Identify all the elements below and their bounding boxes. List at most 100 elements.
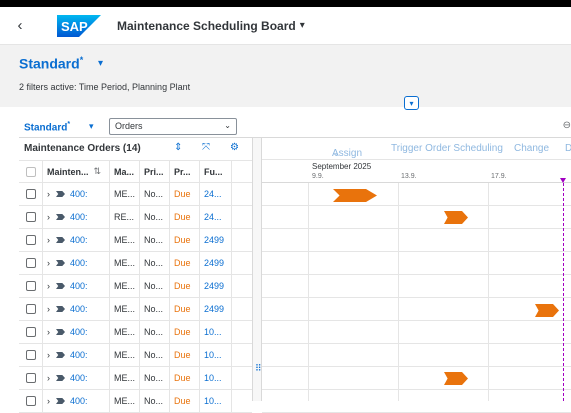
more-button[interactable]: D	[565, 143, 571, 154]
order-link[interactable]: 400:	[70, 350, 88, 360]
expand-icon[interactable]: ›	[47, 189, 50, 199]
column-header-fu[interactable]: Fu...	[200, 161, 232, 182]
order-cell[interactable]: › 400:	[43, 344, 110, 366]
order-link[interactable]: 400:	[70, 212, 88, 222]
column-header-pr[interactable]: Pr...	[170, 161, 200, 182]
grip-icon[interactable]: ⠿	[255, 363, 262, 374]
row-checkbox[interactable]	[19, 321, 43, 343]
table-row[interactable]: › 400: ME... No... Due 10...	[19, 344, 252, 367]
splitter[interactable]: ⠿	[252, 138, 262, 401]
priority-cell: No...	[140, 367, 170, 389]
order-link[interactable]: 400:	[70, 189, 88, 199]
order-link[interactable]: 400:	[70, 281, 88, 291]
chevron-down-icon: ⌄	[224, 121, 231, 130]
fu-cell[interactable]: 24...	[200, 183, 232, 205]
app-title[interactable]: Maintenance Scheduling Board	[117, 19, 296, 33]
change-button[interactable]: Change	[514, 143, 549, 154]
fu-cell[interactable]: 10...	[200, 321, 232, 343]
fu-cell[interactable]: 10...	[200, 390, 232, 412]
expand-icon[interactable]: ›	[47, 396, 50, 406]
order-bar[interactable]	[535, 304, 559, 317]
settings-icon[interactable]: ⚙	[230, 142, 239, 153]
order-bar[interactable]	[333, 189, 377, 202]
grid-line	[398, 183, 399, 401]
chevron-down-icon[interactable]: ▾	[300, 20, 305, 31]
table-row[interactable]: › 400: ME... No... Due 2499	[19, 275, 252, 298]
order-type-icon	[56, 237, 65, 243]
trigger-order-scheduling-button[interactable]: Trigger Order Scheduling	[391, 143, 503, 154]
row-checkbox[interactable]	[19, 367, 43, 389]
expand-icon[interactable]: ›	[47, 258, 50, 268]
svg-text:SAP: SAP	[61, 19, 88, 34]
table-variant[interactable]: Standard*	[24, 121, 70, 133]
fu-cell[interactable]: 2499	[200, 229, 232, 251]
fu-cell[interactable]: 24...	[200, 206, 232, 228]
order-cell[interactable]: › 400:	[43, 321, 110, 343]
collapse-all-icon[interactable]: ⤧	[202, 142, 210, 153]
order-cell[interactable]: › 400:	[43, 252, 110, 274]
order-link[interactable]: 400:	[70, 304, 88, 314]
expand-icon[interactable]: ›	[47, 350, 50, 360]
object-type-select[interactable]: Orders ⌄	[109, 118, 237, 135]
table-row[interactable]: › 400: ME... No... Due 24...	[19, 183, 252, 206]
fu-cell[interactable]: 2499	[200, 252, 232, 274]
row-checkbox[interactable]	[19, 229, 43, 251]
row-checkbox[interactable]	[19, 275, 43, 297]
row-checkbox[interactable]	[19, 252, 43, 274]
ma-cell: ME...	[110, 183, 140, 205]
expand-icon[interactable]: ›	[47, 373, 50, 383]
row-checkbox[interactable]	[19, 298, 43, 320]
grid-row-line	[262, 343, 571, 344]
row-checkbox[interactable]	[19, 390, 43, 412]
sap-logo[interactable]: SAP	[57, 14, 101, 37]
expand-icon[interactable]: ›	[47, 327, 50, 337]
row-checkbox[interactable]	[19, 183, 43, 205]
column-header-priority[interactable]: Pri...	[140, 161, 170, 182]
status-cell: Due	[170, 229, 200, 251]
settings-icon[interactable]: ⊖	[563, 120, 571, 131]
table-row[interactable]: › 400: RE... No... Due 24...	[19, 206, 252, 229]
back-button[interactable]: ‹	[0, 17, 40, 34]
order-cell[interactable]: › 400:	[43, 206, 110, 228]
status-cell: Due	[170, 298, 200, 320]
order-cell[interactable]: › 400:	[43, 275, 110, 297]
variant-chevron-down-icon[interactable]: ▾	[89, 121, 94, 132]
select-all-checkbox[interactable]	[19, 161, 43, 182]
expand-icon[interactable]: ›	[47, 212, 50, 222]
expand-icon[interactable]: ›	[47, 235, 50, 245]
row-checkbox[interactable]	[19, 206, 43, 228]
order-link[interactable]: 400:	[70, 258, 88, 268]
expand-icon[interactable]: ›	[47, 281, 50, 291]
order-link[interactable]: 400:	[70, 235, 88, 245]
sort-icon[interactable]: ⇕	[174, 142, 182, 153]
row-checkbox[interactable]	[19, 344, 43, 366]
grid-row-line	[262, 228, 571, 229]
table-row[interactable]: › 400: ME... No... Due 10...	[19, 367, 252, 390]
collapse-header-button[interactable]: ▾	[404, 96, 419, 110]
fu-cell[interactable]: 10...	[200, 344, 232, 366]
order-link[interactable]: 400:	[70, 373, 88, 383]
fu-cell[interactable]: 2499	[200, 275, 232, 297]
column-header-ma[interactable]: Ma...	[110, 161, 140, 182]
table-row[interactable]: › 400: ME... No... Due 2499	[19, 252, 252, 275]
order-cell[interactable]: › 400:	[43, 229, 110, 251]
order-link[interactable]: 400:	[70, 396, 88, 406]
order-cell[interactable]: › 400:	[43, 390, 110, 412]
table-row[interactable]: › 400: ME... No... Due 10...	[19, 321, 252, 344]
fu-cell[interactable]: 2499	[200, 298, 232, 320]
order-link[interactable]: 400:	[70, 327, 88, 337]
column-header-order[interactable]: Mainten... ⇅	[43, 161, 110, 182]
order-bar[interactable]	[444, 372, 468, 385]
fu-cell[interactable]: 10...	[200, 367, 232, 389]
table-row[interactable]: › 400: ME... No... Due 2499	[19, 298, 252, 321]
order-bar[interactable]	[444, 211, 468, 224]
order-cell[interactable]: › 400:	[43, 183, 110, 205]
table-row[interactable]: › 400: ME... No... Due 2499	[19, 229, 252, 252]
expand-icon[interactable]: ›	[47, 304, 50, 314]
table-row[interactable]: › 400: ME... No... Due 10...	[19, 390, 252, 413]
order-cell[interactable]: › 400:	[43, 298, 110, 320]
date-tick: 17.9.	[491, 173, 507, 180]
variant-chevron-down-icon[interactable]: ▾	[98, 58, 103, 69]
variant-title[interactable]: Standard*	[19, 55, 83, 72]
order-cell[interactable]: › 400:	[43, 367, 110, 389]
